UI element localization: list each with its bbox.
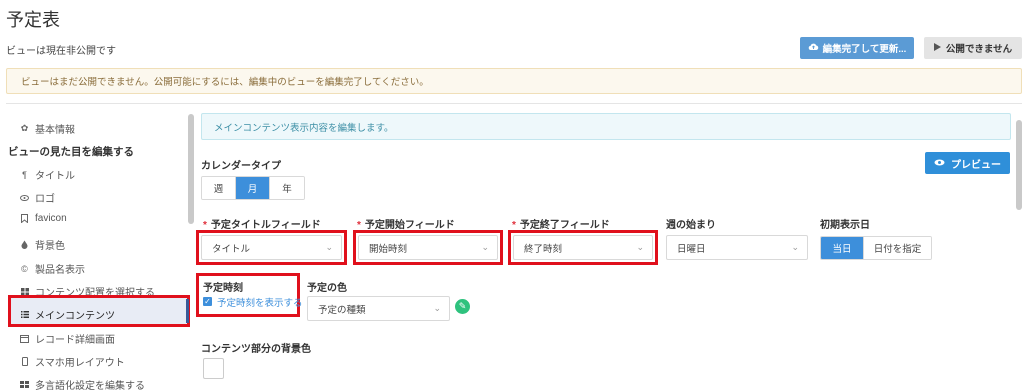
calendar-type-year[interactable]: 年 [270, 177, 304, 199]
chevron-down-icon: ⌄ [325, 242, 333, 252]
drop-icon [20, 240, 29, 249]
chevron-down-icon: ⌄ [481, 242, 489, 252]
initial-date-specify[interactable]: 日付を指定 [863, 237, 931, 259]
color-select[interactable]: 予定の種類 ⌄ [307, 296, 450, 321]
chevron-down-icon: ⌄ [636, 242, 644, 252]
main-scrollbar[interactable] [1016, 120, 1022, 210]
preview-button[interactable]: プレビュー [925, 152, 1010, 174]
initial-date-toggle: 当日 日付を指定 [820, 236, 932, 260]
background-color-label: コンテンツ部分の背景色 [201, 344, 311, 355]
sidebar-item-label: 製品名表示 [35, 265, 85, 276]
copyright-icon: © [21, 263, 28, 274]
info-banner: メインコンテンツ表示内容を編集します。 [201, 113, 1011, 140]
show-time-checkbox[interactable]: ✓ [203, 297, 212, 306]
sidebar-item-favicon[interactable]: favicon [20, 213, 67, 224]
pencil-icon[interactable]: ✎ [455, 299, 470, 314]
bookmark-icon [20, 214, 29, 223]
page-title: 予定表 [6, 10, 60, 30]
calendar-type-label: カレンダータイプ [201, 161, 281, 172]
sidebar-item-label: スマホ用レイアウト [35, 358, 125, 369]
list-icon [20, 311, 29, 318]
gear-icon: ✿ [20, 123, 29, 133]
end-field-label: * 予定終了フィールド [512, 220, 610, 231]
color-label: 予定の色 [307, 283, 347, 294]
show-time-label[interactable]: 予定時刻を表示する [217, 295, 303, 309]
sidebar-item-label: 多言語化設定を編集する [35, 381, 145, 390]
sidebar: ✿ 基本情報 ビューの見た目を編集する ¶ タイトル ロゴ favicon 背景… [0, 104, 194, 390]
title-field-select[interactable]: タイトル ⌄ [201, 235, 342, 260]
sidebar-item-basic-info[interactable]: ✿ 基本情報 [20, 121, 75, 136]
play-icon [933, 42, 941, 54]
paragraph-icon: ¶ [22, 169, 27, 180]
week-start-select[interactable]: 日曜日 ⌄ [666, 235, 808, 260]
sidebar-item-title[interactable]: ¶ タイトル [20, 167, 75, 183]
week-start-label: 週の始まり [666, 220, 716, 231]
eye-icon [20, 194, 29, 201]
sidebar-item-label: favicon [35, 213, 67, 224]
view-status: ビューは現在非公開です [6, 46, 116, 57]
end-field-select[interactable]: 終了時刻 ⌄ [513, 235, 653, 260]
sidebar-item-mobile-layout[interactable]: スマホ用レイアウト [20, 354, 125, 369]
sidebar-scrollbar[interactable] [188, 114, 194, 224]
mobile-icon [20, 357, 29, 366]
sidebar-item-label: 背景色 [35, 241, 65, 252]
sidebar-heading: ビューの見た目を編集する [8, 146, 134, 158]
cloud-upload-icon [808, 42, 819, 54]
calendar-type-week[interactable]: 週 [202, 177, 236, 199]
sidebar-item-product-name[interactable]: © 製品名表示 [20, 261, 85, 277]
finish-editing-button[interactable]: 編集完了して更新... [800, 37, 914, 59]
sidebar-item-label: タイトル [35, 171, 75, 182]
sidebar-item-label: 基本情報 [35, 125, 75, 136]
sidebar-item-label: レコード詳細画面 [35, 335, 115, 346]
time-label: 予定時刻 [203, 283, 243, 294]
calendar-type-toggle: 週 月 年 [201, 176, 305, 200]
sidebar-item-background[interactable]: 背景色 [20, 237, 65, 252]
publish-warning: ビューはまだ公開できません。公開可能にするには、編集中のビューを編集完了してくだ… [6, 68, 1022, 94]
sidebar-item-i18n[interactable]: 多言語化設定を編集する [20, 377, 145, 390]
preview-label: プレビュー [951, 159, 1001, 171]
chevron-down-icon: ⌄ [791, 242, 799, 252]
title-field-label: * 予定タイトルフィールド [203, 220, 321, 231]
sidebar-item-record-detail[interactable]: レコード詳細画面 [20, 331, 115, 346]
active-indicator [186, 299, 189, 323]
sidebar-item-main-content[interactable]: メインコンテンツ [20, 307, 115, 322]
start-field-label: * 予定開始フィールド [357, 220, 455, 231]
initial-date-today[interactable]: 当日 [821, 237, 863, 259]
sidebar-item-label: メインコンテンツ [35, 311, 115, 322]
eye-icon [934, 158, 945, 169]
background-color-swatch[interactable] [203, 358, 224, 379]
sidebar-item-logo[interactable]: ロゴ [20, 190, 55, 205]
finish-editing-label: 編集完了して更新... [822, 44, 907, 55]
sidebar-item-label: ロゴ [35, 194, 55, 205]
chevron-down-icon: ⌄ [433, 303, 441, 313]
window-icon [20, 334, 29, 343]
initial-date-label: 初期表示日 [820, 220, 870, 231]
calendar-type-month[interactable]: 月 [236, 177, 270, 199]
start-field-select[interactable]: 開始時刻 ⌄ [358, 235, 498, 260]
publish-button[interactable]: 公開できません [924, 37, 1022, 59]
publish-label: 公開できません [945, 44, 1013, 55]
table-icon [20, 381, 29, 388]
